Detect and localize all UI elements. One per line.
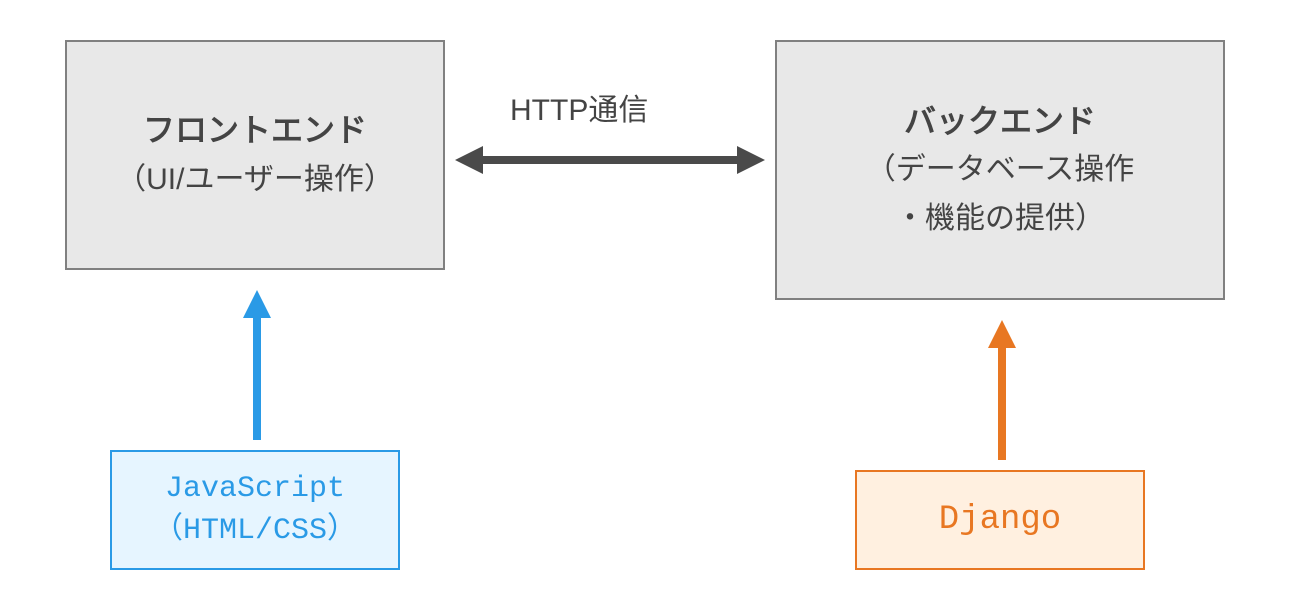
frontend-title: フロントエンド [143, 108, 367, 153]
http-label: HTTP通信 [510, 85, 648, 129]
javascript-line2: （HTML/CSS） [153, 510, 357, 552]
javascript-box: JavaScript （HTML/CSS） [110, 450, 400, 570]
backend-title: バックエンド [904, 99, 1096, 144]
javascript-line1: JavaScript [165, 468, 345, 510]
django-box: Django [855, 470, 1145, 570]
up-arrow-orange-icon [982, 320, 1022, 460]
backend-box: バックエンド （データベース操作 ・機能の提供） [775, 40, 1225, 300]
frontend-subtitle: （UI/ユーザー操作） [116, 157, 394, 202]
backend-subtitle-2: ・機能の提供） [895, 196, 1105, 241]
backend-subtitle-1: （データベース操作 [866, 147, 1135, 192]
frontend-box: フロントエンド （UI/ユーザー操作） [65, 40, 445, 270]
django-label: Django [939, 501, 1061, 539]
bidirectional-arrow-icon [455, 135, 765, 185]
up-arrow-blue-icon [237, 290, 277, 440]
